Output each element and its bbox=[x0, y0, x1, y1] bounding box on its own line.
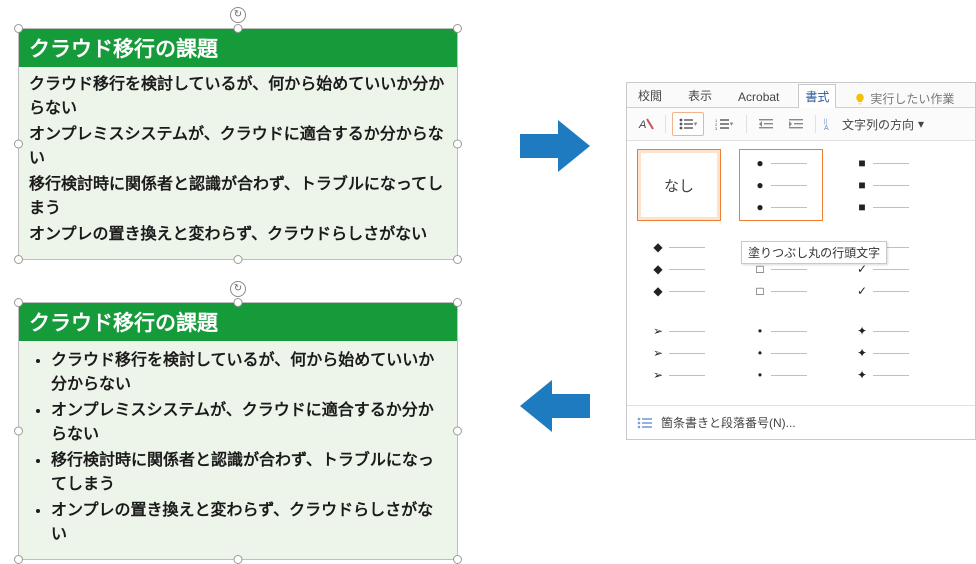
bullet-gallery: なし ● ● ● ■ ■ ■ bbox=[627, 141, 975, 405]
body-line: オンプレミスシステムが、クラウドに適合するか分からない bbox=[29, 123, 447, 171]
font-clear-button[interactable]: A bbox=[633, 112, 659, 136]
text-direction-button[interactable]: ||A 文字列の方向 ▾ bbox=[824, 116, 924, 133]
ribbon-tabs: 校閲 表示 Acrobat 書式 実行したい作業 bbox=[627, 83, 975, 108]
rotate-handle-icon[interactable] bbox=[230, 281, 246, 297]
bullets-button[interactable]: ▾ bbox=[672, 112, 704, 136]
tell-me-label: 実行したい作業 bbox=[870, 90, 954, 107]
indent-increase-button[interactable] bbox=[783, 112, 809, 136]
arrow-right-icon bbox=[520, 120, 590, 172]
bullet-option-arrowhead[interactable]: ➢ ➢ ➢ bbox=[637, 317, 721, 389]
body-line: オンプレの置き換えと変わらず、クラウドらしさがない bbox=[29, 223, 447, 247]
textbox-after[interactable]: クラウド移行の課題 クラウド移行を検討しているが、何から始めていいか分からない … bbox=[18, 302, 458, 560]
tab-acrobat[interactable]: Acrobat bbox=[731, 86, 786, 107]
indent-decrease-button[interactable] bbox=[753, 112, 779, 136]
textbox-before[interactable]: クラウド移行の課題 クラウド移行を検討しているが、何から始めていいか分からない … bbox=[18, 28, 458, 260]
textbox-title: クラウド移行の課題 bbox=[19, 29, 457, 67]
svg-text:3: 3 bbox=[715, 126, 718, 130]
bullet-option-star[interactable]: ✦ ✦ ✦ bbox=[841, 317, 925, 389]
bullet-option-diamond[interactable]: ◆ ◆ ◆ bbox=[637, 233, 721, 305]
bullet-item: オンプレの置き換えと変わらず、クラウドらしさがない bbox=[51, 499, 447, 547]
none-label: なし bbox=[664, 175, 694, 196]
chevron-down-icon: ▾ bbox=[918, 117, 924, 131]
lightbulb-icon bbox=[854, 93, 866, 105]
bullet-option-filled-circle[interactable]: ● ● ● bbox=[739, 149, 823, 221]
bullet-option-filled-square[interactable]: ■ ■ ■ bbox=[841, 149, 925, 221]
bullet-option-none[interactable]: なし bbox=[637, 149, 721, 221]
bullets-numbering-menu[interactable]: 箇条書きと段落番号(N)... bbox=[627, 405, 975, 439]
bullet-item: オンプレミスシステムが、クラウドに適合するか分からない bbox=[51, 399, 447, 447]
tab-review[interactable]: 校閲 bbox=[631, 83, 669, 107]
textbox-body: クラウド移行を検討しているが、何から始めていいか分からない オンプレミスシステム… bbox=[19, 67, 457, 259]
list-icon bbox=[637, 416, 653, 430]
tell-me-search[interactable]: 実行したい作業 bbox=[854, 90, 954, 107]
toolbar: A ▾ 123 ▾ ||A 文字列の方向 ▾ bbox=[627, 108, 975, 141]
bullet-option-small-dot[interactable]: • • • bbox=[739, 317, 823, 389]
bullets-numbering-label: 箇条書きと段落番号(N)... bbox=[661, 414, 796, 431]
tab-view[interactable]: 表示 bbox=[681, 83, 719, 107]
text-direction-label: 文字列の方向 bbox=[842, 116, 914, 133]
bullet-item: 移行検討時に関係者と認識が合わず、トラブルになってしまう bbox=[51, 449, 447, 497]
svg-text:A: A bbox=[638, 119, 646, 131]
tab-format[interactable]: 書式 bbox=[798, 84, 836, 108]
body-line: クラウド移行を検討しているが、何から始めていいか分からない bbox=[29, 73, 447, 121]
bullet-item: クラウド移行を検討しているが、何から始めていいか分からない bbox=[51, 349, 447, 397]
rotate-handle-icon[interactable] bbox=[230, 7, 246, 23]
numbering-button[interactable]: 123 ▾ bbox=[708, 112, 740, 136]
svg-text:A: A bbox=[824, 125, 829, 131]
textbox-body: クラウド移行を検討しているが、何から始めていいか分からない オンプレミスシステム… bbox=[19, 341, 457, 559]
ribbon-panel: 校閲 表示 Acrobat 書式 実行したい作業 A ▾ 123 ▾ bbox=[626, 82, 976, 440]
tooltip: 塗りつぶし丸の行頭文字 bbox=[741, 241, 887, 264]
textbox-title: クラウド移行の課題 bbox=[19, 303, 457, 341]
arrow-left-icon bbox=[520, 380, 590, 432]
body-line: 移行検討時に関係者と認識が合わず、トラブルになってしまう bbox=[29, 173, 447, 221]
